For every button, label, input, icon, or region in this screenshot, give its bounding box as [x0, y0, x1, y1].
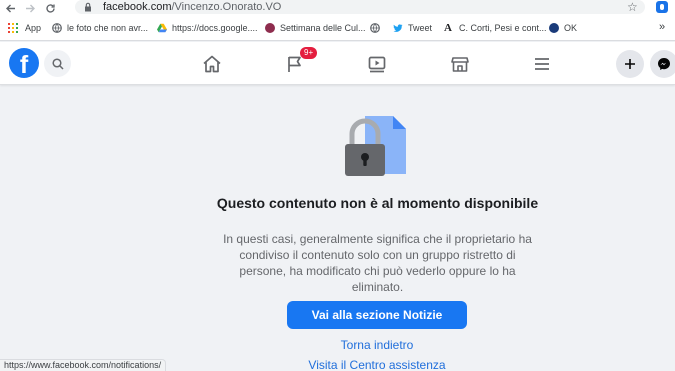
bookmark-label: Settimana delle Cul...: [280, 23, 366, 33]
bookmark-label: https://docs.google....: [172, 23, 258, 33]
bookmark-item[interactable]: Tweet: [393, 23, 432, 33]
apps-grid-icon: [8, 23, 18, 33]
address-bar[interactable]: facebook.com/Vincenzo.Onorato.VO: [75, 0, 645, 14]
plus-icon: [625, 59, 635, 69]
search-button[interactable]: [44, 50, 71, 77]
tab-watch[interactable]: [363, 50, 391, 78]
video-icon: [368, 56, 386, 73]
notification-badge: 9+: [300, 47, 318, 59]
bookmark-item[interactable]: OK: [549, 23, 577, 33]
back-arrow-icon[interactable]: [0, 0, 20, 17]
bookmark-item[interactable]: le foto che non avr...: [52, 23, 148, 33]
hamburger-menu-icon: [535, 58, 549, 70]
serif-a-icon: A: [444, 22, 452, 34]
unavailable-title: Questo contenuto non è al momento dispon…: [216, 195, 539, 211]
bookmarks-overflow-button[interactable]: »: [659, 21, 665, 33]
bookmark-item[interactable]: Settimana delle Cul...: [265, 23, 366, 33]
site-favicon-icon: [549, 23, 559, 33]
go-back-link[interactable]: Torna indietro: [277, 338, 477, 352]
locked-content-illustration: [345, 116, 406, 176]
browser-toolbar: facebook.com/Vincenzo.Onorato.VO ☆: [0, 0, 675, 17]
bookmark-apps[interactable]: App: [8, 23, 41, 33]
bookmark-label: C. Corti, Pesi e cont...: [459, 23, 547, 33]
bookmarks-bar: App le foto che non avr... https://docs.…: [0, 17, 675, 41]
home-icon: [203, 55, 221, 73]
extension-icon[interactable]: [656, 1, 668, 13]
help-center-link[interactable]: Visita il Centro assistenza: [277, 358, 477, 371]
bookmark-item[interactable]: [370, 23, 385, 33]
padlock-icon: [85, 2, 91, 12]
bookmark-label: OK: [564, 23, 578, 33]
bookmark-label: le foto che non avr...: [67, 23, 149, 33]
tab-marketplace[interactable]: [446, 50, 474, 78]
facebook-header: f: [0, 42, 675, 85]
link-status-bar: https://www.facebook.com/notifications/: [0, 359, 167, 371]
url-text: facebook.com/Vincenzo.Onorato.VO: [103, 1, 282, 13]
tab-menu[interactable]: [528, 50, 556, 78]
twitter-icon: [393, 24, 403, 32]
bookmark-label: Tweet: [408, 23, 433, 33]
messenger-button[interactable]: [650, 50, 675, 78]
site-favicon-icon: [265, 23, 275, 33]
facebook-logo[interactable]: f: [9, 48, 39, 78]
forward-arrow-icon[interactable]: [20, 0, 40, 17]
store-icon: [451, 57, 469, 72]
bookmark-label: App: [25, 23, 42, 33]
tab-home[interactable]: [198, 50, 226, 78]
create-button[interactable]: [616, 50, 644, 78]
bookmark-item[interactable]: https://docs.google....: [157, 23, 258, 33]
bookmark-star-icon[interactable]: ☆: [627, 0, 638, 14]
go-to-news-feed-button[interactable]: Vai alla sezione Notizie: [287, 301, 467, 329]
globe-icon: [52, 23, 62, 33]
google-drive-icon: [157, 23, 167, 33]
messenger-icon: [658, 58, 670, 70]
reload-icon[interactable]: [40, 0, 60, 17]
unavailable-description: In questi casi, generalmente significa c…: [223, 232, 532, 294]
bookmark-item[interactable]: A C. Corti, Pesi e cont...: [444, 22, 547, 34]
search-icon: [51, 57, 64, 70]
globe-icon: [370, 23, 380, 33]
